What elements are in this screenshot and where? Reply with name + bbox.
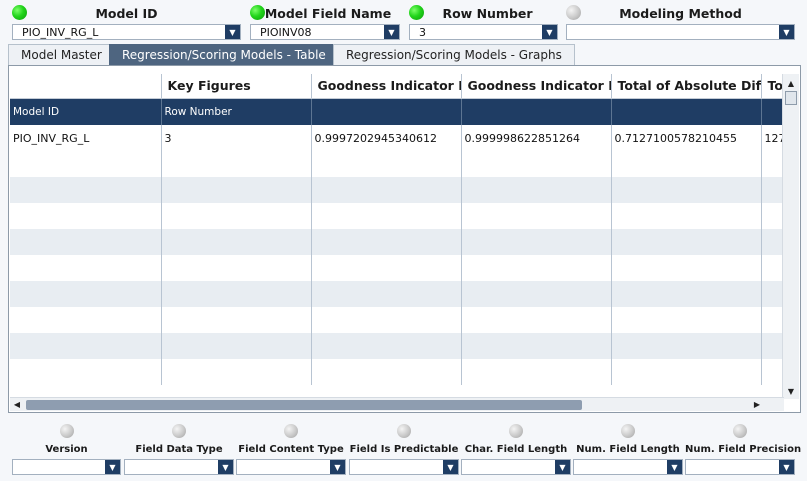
- arrow-right-icon[interactable]: ▶: [750, 398, 764, 411]
- arrow-down-icon[interactable]: ▼: [783, 384, 799, 398]
- filter-label: Field Content Type: [238, 444, 344, 455]
- table-row-empty: [10, 255, 784, 281]
- row-number-dropdown[interactable]: 3 ▼: [409, 24, 558, 40]
- horizontal-scroll-thumb[interactable]: [26, 400, 582, 410]
- horizontal-scrollbar[interactable]: ◀ ▶: [10, 397, 784, 411]
- table-cell[interactable]: 3: [161, 125, 312, 151]
- field-is-predictable-dropdown[interactable]: ▼: [349, 459, 459, 475]
- version-dropdown[interactable]: ▼: [12, 459, 121, 475]
- status-dot-icon: [621, 424, 635, 438]
- table-cell[interactable]: 127: [761, 125, 784, 151]
- char-field-length-dropdown[interactable]: ▼: [461, 459, 571, 475]
- table-cell[interactable]: 0.7127100578210455: [611, 125, 762, 151]
- header-row: Key Figures Goodness Indicator I Goodnes…: [10, 74, 784, 99]
- filter-row-number: Row Number 3 ▼: [409, 0, 558, 42]
- tab-model-master[interactable]: Model Master: [8, 44, 115, 65]
- dropdown-value: PIOINV08: [260, 26, 312, 39]
- num-field-precision-dropdown[interactable]: ▼: [685, 459, 795, 475]
- table-cell[interactable]: 0.999998622851264: [461, 125, 612, 151]
- status-dot-icon: [509, 424, 523, 438]
- subheader-cell: [761, 98, 784, 125]
- model-field-name-dropdown[interactable]: PIOINV08 ▼: [250, 24, 400, 40]
- status-dot-icon: [397, 424, 411, 438]
- status-dot-icon: [284, 424, 298, 438]
- results-table: Key Figures Goodness Indicator I Goodnes…: [10, 74, 784, 385]
- filter-label: Model ID: [95, 6, 158, 21]
- table-row-empty: [10, 359, 784, 385]
- table-row-empty: [10, 307, 784, 333]
- status-dot-icon: [172, 424, 186, 438]
- filter-label: Model Field Name: [264, 6, 392, 21]
- chevron-down-icon[interactable]: ▼: [555, 460, 570, 474]
- filter-field-content-type: Field Content Type ▼: [236, 424, 346, 478]
- table-row[interactable]: PIO_INV_RG_L 3 0.9997202945340612 0.9999…: [10, 125, 784, 151]
- filter-label: Field Is Predictable: [349, 444, 459, 455]
- filter-version: Version ▼: [12, 424, 121, 478]
- column-header-total-abs-diff[interactable]: Total of Absolute Difference: [611, 74, 762, 99]
- filter-label: Num. Field Precision: [685, 444, 802, 455]
- table-row-empty: [10, 333, 784, 359]
- table-cell[interactable]: 0.9997202945340612: [311, 125, 462, 151]
- column-header[interactable]: [10, 74, 162, 99]
- data-grid: Key Figures Goodness Indicator I Goodnes…: [10, 74, 784, 398]
- filter-num-field-length: Num. Field Length ▼: [573, 424, 683, 478]
- subheader-cell: Row Number: [161, 98, 312, 125]
- status-dot-icon: [59, 424, 74, 438]
- subheader-cell: [311, 98, 462, 125]
- column-header-total[interactable]: Total: [761, 74, 784, 99]
- chevron-down-icon[interactable]: ▼: [384, 25, 399, 39]
- subheader-cell: Model ID: [10, 98, 162, 125]
- field-content-type-dropdown[interactable]: ▼: [236, 459, 346, 475]
- filter-label: Version: [45, 444, 88, 455]
- filter-label: Char. Field Length: [464, 444, 568, 455]
- vertical-scroll-thumb[interactable]: [785, 91, 797, 105]
- filter-label: Num. Field Length: [576, 444, 680, 455]
- chevron-down-icon[interactable]: ▼: [105, 460, 120, 474]
- arrow-left-icon[interactable]: ◀: [10, 398, 24, 411]
- filter-model-id: Model ID PIO_INV_RG_L ▼: [12, 0, 241, 42]
- subheader-cell: [611, 98, 762, 125]
- model-id-dropdown[interactable]: PIO_INV_RG_L ▼: [12, 24, 241, 40]
- table-cell[interactable]: PIO_INV_RG_L: [10, 125, 162, 151]
- table-row-empty: [10, 203, 784, 229]
- table-row-empty: [10, 177, 784, 203]
- chevron-down-icon[interactable]: ▼: [225, 25, 240, 39]
- subheader-cell: [461, 98, 612, 125]
- filter-label: Modeling Method: [619, 6, 742, 21]
- filter-modeling-method: Modeling Method ▼: [566, 0, 795, 42]
- filter-label: Row Number: [442, 6, 533, 21]
- filter-field-data-type: Field Data Type ▼: [124, 424, 234, 478]
- modeling-method-dropdown[interactable]: ▼: [566, 24, 795, 40]
- table-panel: Key Figures Goodness Indicator I Goodnes…: [8, 65, 801, 413]
- subheader-row: Model ID Row Number: [10, 98, 784, 125]
- filter-char-field-length: Char. Field Length ▼: [461, 424, 571, 478]
- filter-num-field-precision: Num. Field Precision ▼: [685, 424, 802, 478]
- dropdown-value: PIO_INV_RG_L: [22, 26, 99, 39]
- vertical-scrollbar[interactable]: ▲ ▼: [782, 74, 799, 399]
- column-header-key-figures[interactable]: Key Figures: [161, 74, 312, 99]
- tab-regression-graphs[interactable]: Regression/Scoring Models - Graphs: [333, 44, 575, 65]
- chevron-down-icon[interactable]: ▼: [218, 460, 233, 474]
- chevron-down-icon[interactable]: ▼: [779, 25, 794, 39]
- filter-field-is-predictable: Field Is Predictable ▼: [349, 424, 459, 478]
- dropdown-value: 3: [419, 26, 426, 39]
- chevron-down-icon[interactable]: ▼: [330, 460, 345, 474]
- tab-regression-table[interactable]: Regression/Scoring Models - Table: [109, 44, 339, 65]
- chevron-down-icon[interactable]: ▼: [542, 25, 557, 39]
- table-row-empty: [10, 151, 784, 177]
- filter-model-field-name: Model Field Name PIOINV08 ▼: [250, 0, 400, 42]
- num-field-length-dropdown[interactable]: ▼: [573, 459, 683, 475]
- table-row-empty: [10, 229, 784, 255]
- table-row-empty: [10, 281, 784, 307]
- column-header-goodness-r[interactable]: Goodness Indicator R: [461, 74, 612, 99]
- filter-label: Field Data Type: [135, 444, 223, 455]
- column-header-goodness-i[interactable]: Goodness Indicator I: [311, 74, 462, 99]
- chevron-down-icon[interactable]: ▼: [779, 460, 794, 474]
- chevron-down-icon[interactable]: ▼: [443, 460, 458, 474]
- status-dot-icon: [733, 424, 747, 438]
- arrow-up-icon[interactable]: ▲: [783, 76, 799, 90]
- field-data-type-dropdown[interactable]: ▼: [124, 459, 234, 475]
- chevron-down-icon[interactable]: ▼: [667, 460, 682, 474]
